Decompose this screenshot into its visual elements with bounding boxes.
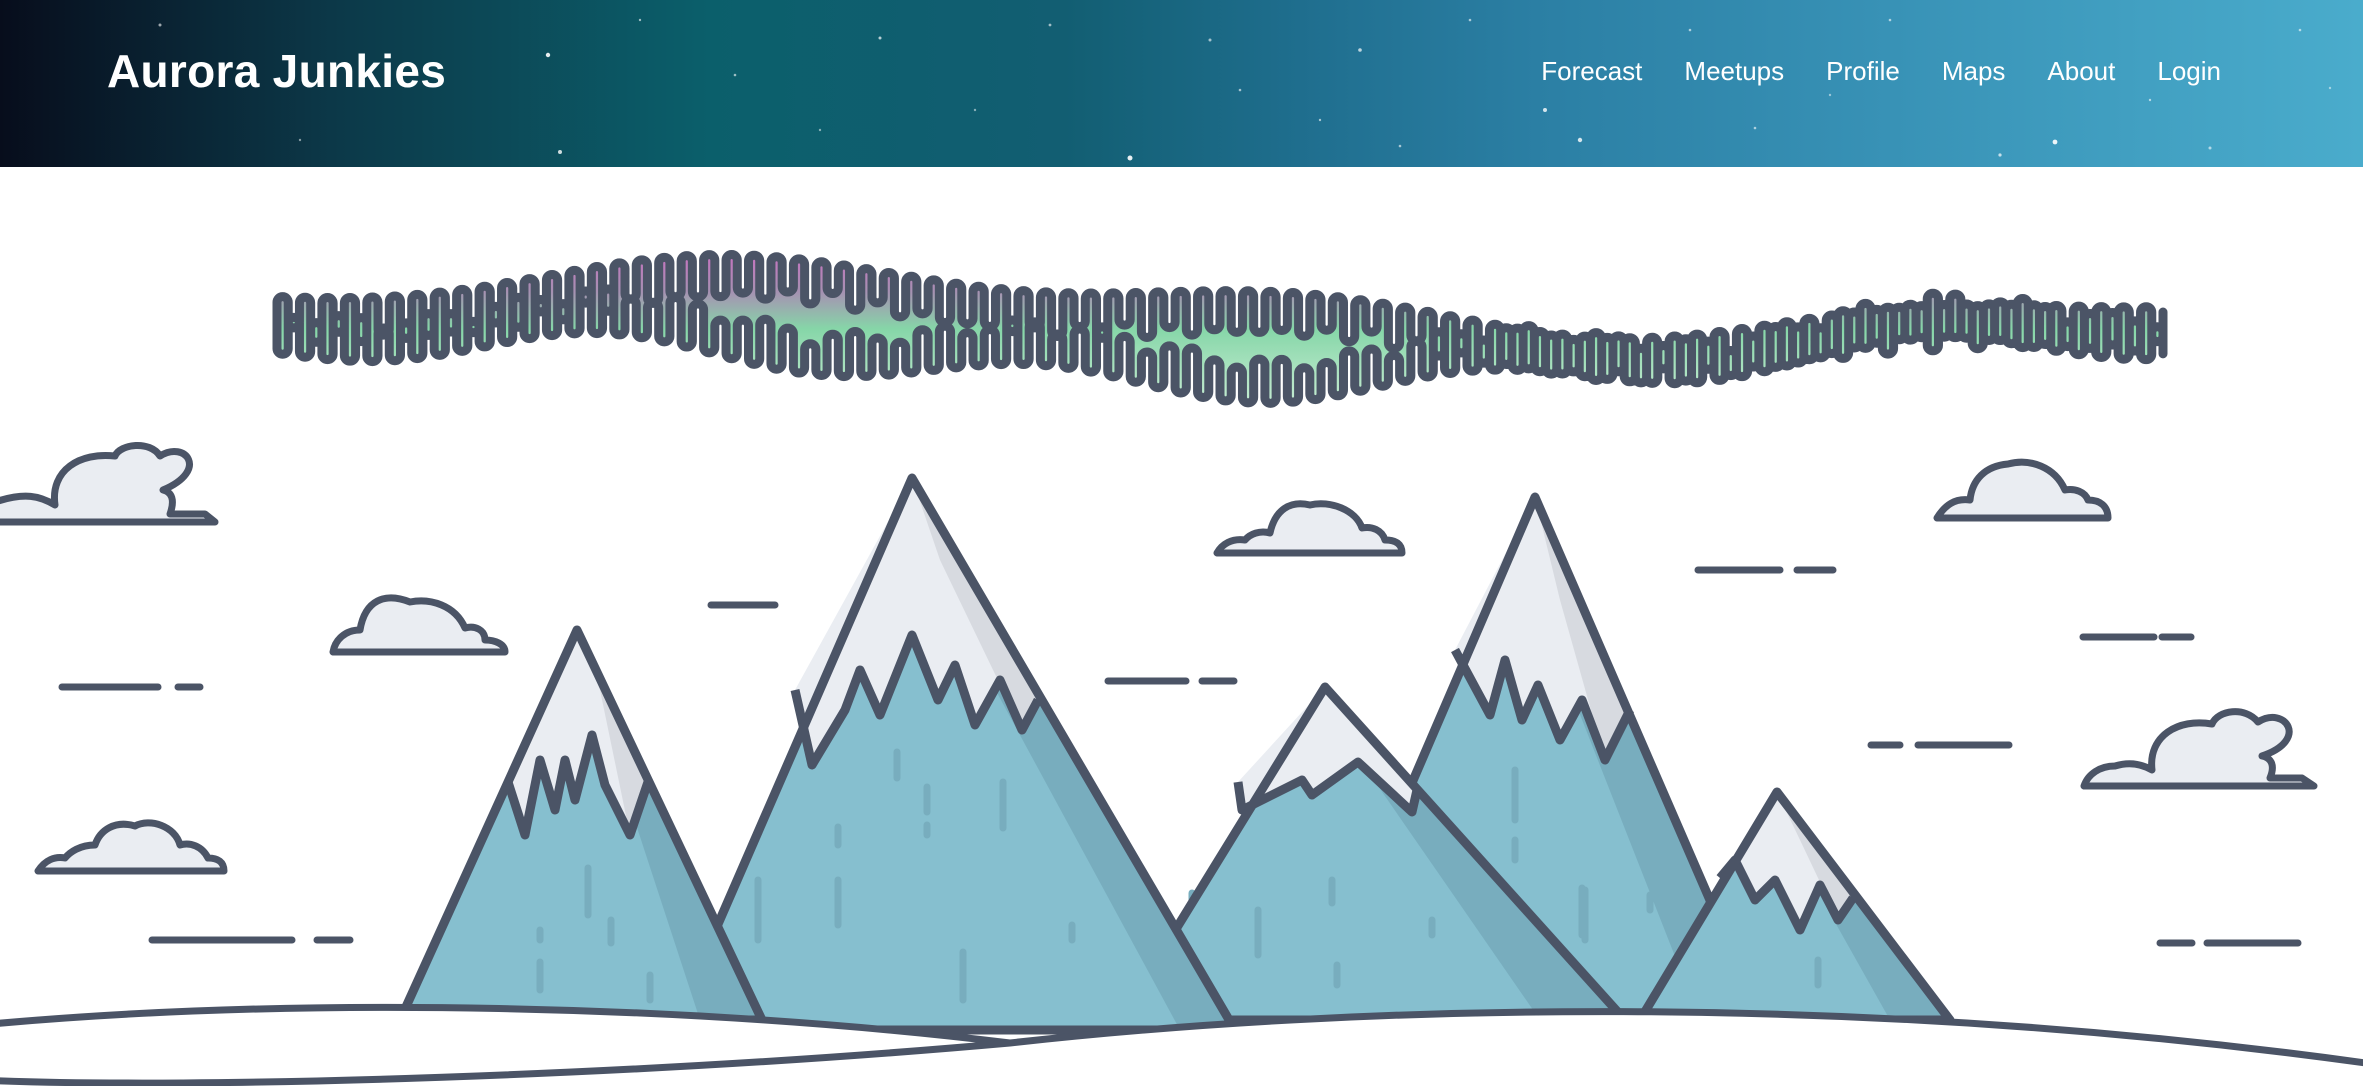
mountain-icon	[667, 473, 1240, 1035]
nav-login[interactable]: Login	[2157, 56, 2221, 87]
cloud-icon	[1933, 458, 2112, 522]
nav-about[interactable]: About	[2047, 56, 2115, 87]
cloud-icon	[1213, 500, 1406, 557]
site-header: Aurora Junkies Forecast Meetups Profile …	[0, 0, 2363, 167]
cloud-icon	[2080, 708, 2318, 790]
aurora-icon	[272, 250, 2168, 408]
site-logo[interactable]: Aurora Junkies	[107, 44, 446, 98]
cloud-icon	[0, 442, 219, 526]
nav-meetups[interactable]: Meetups	[1684, 56, 1784, 87]
hero-illustration	[0, 250, 2363, 1086]
nav-profile[interactable]: Profile	[1826, 56, 1900, 87]
cloud-icon	[329, 594, 509, 656]
nav-maps[interactable]: Maps	[1942, 56, 2006, 87]
main-nav: Forecast Meetups Profile Maps About Logi…	[1541, 56, 2221, 87]
cloud-icon	[34, 819, 228, 875]
nav-forecast[interactable]: Forecast	[1541, 56, 1642, 87]
mountain-icon	[395, 625, 767, 1025]
